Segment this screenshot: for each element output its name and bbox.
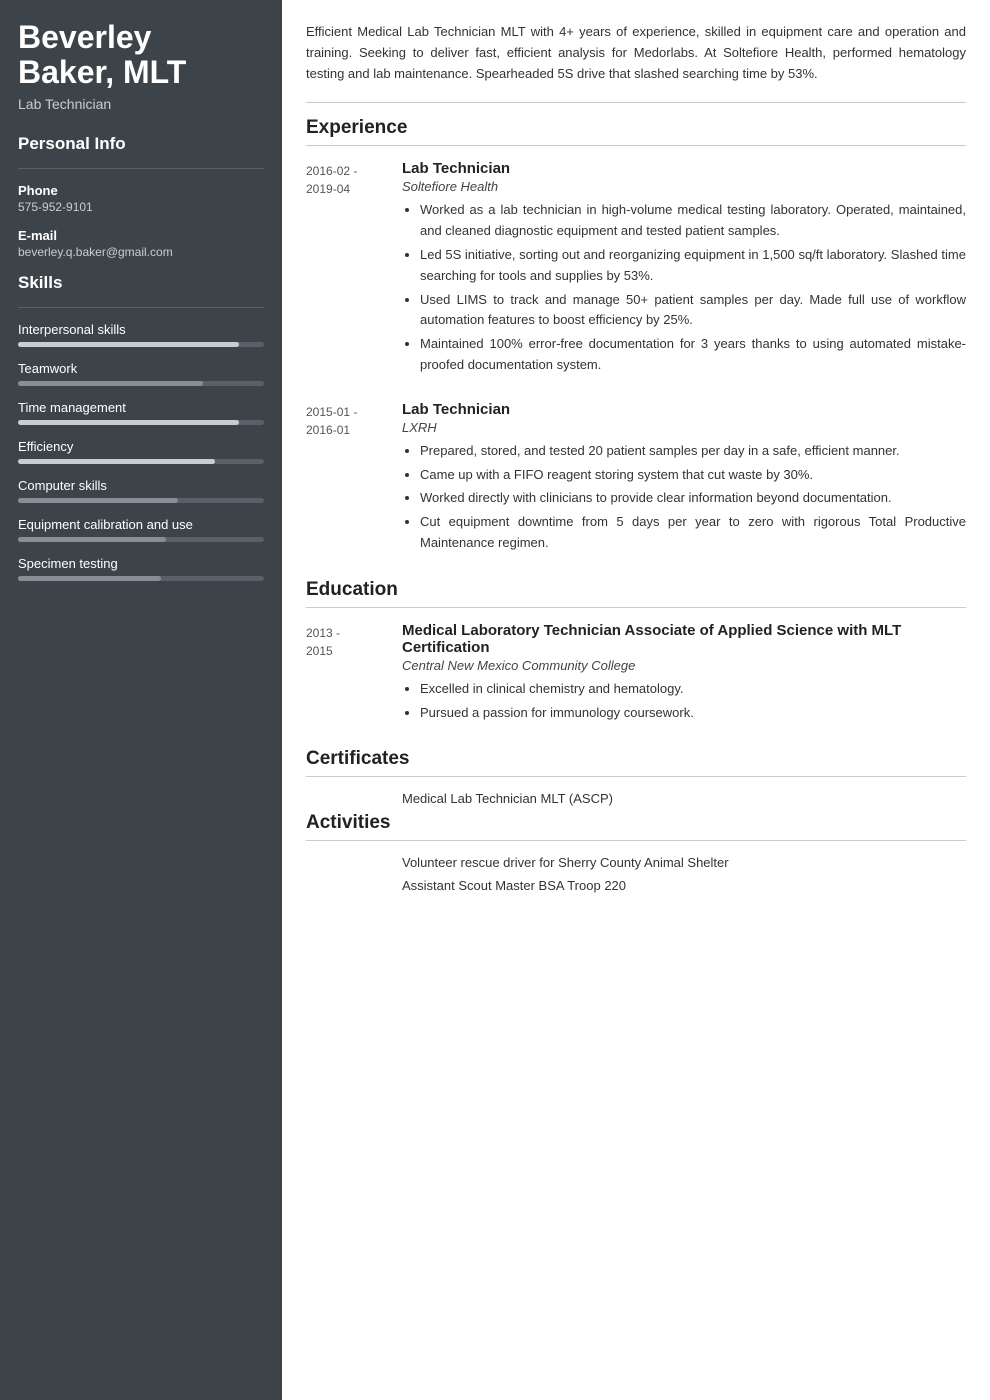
candidate-name: Beverley Baker, MLT [18,20,264,90]
table-row: 2015-01 - 2016-01Lab Technician LXRH Prepa… [306,401,966,557]
skills-divider [18,307,264,308]
list-item: Worked as a lab technician in high-volum… [420,200,966,242]
edu-content: Medical Laboratory Technician Associate … [402,622,966,727]
skill-name: Efficiency [18,439,264,454]
education-list: 2013 - 2015Medical Laboratory Technician… [306,622,966,727]
personal-info-divider [18,168,264,169]
skill-bar-fill [18,498,178,503]
certificates-list: Medical Lab Technician MLT (ASCP) [306,791,966,806]
edu-degree: Medical Laboratory Technician Associate … [402,622,966,656]
skill-name: Equipment calibration and use [18,517,264,532]
skill-bar-fill [18,537,166,542]
sidebar: Beverley Baker, MLT Lab Technician Perso… [0,0,282,1400]
activities-list: Volunteer rescue driver for Sherry Count… [306,855,966,893]
skills-heading: Skills [18,273,264,293]
skill-bar-fill [18,576,161,581]
job-date: 2015-01 - 2016-01 [306,401,402,557]
job-content: Lab Technician LXRH Prepared, stored, and … [402,401,966,557]
skill-name: Teamwork [18,361,264,376]
table-row: 2013 - 2015Medical Laboratory Technician… [306,622,966,727]
summary-text: Efficient Medical Lab Technician MLT wit… [306,22,966,84]
job-company: LXRH [402,420,966,435]
skill-bar-fill [18,342,239,347]
list-item: Cut equipment downtime from 5 days per y… [420,512,966,554]
skill-name: Computer skills [18,478,264,493]
skill-bar-background [18,459,264,464]
certificates-divider [306,776,966,777]
list-item: Prepared, stored, and tested 20 patient … [420,441,966,462]
activity-item: Volunteer rescue driver for Sherry Count… [402,855,966,870]
experience-divider [306,145,966,146]
certificates-heading: Certificates [306,748,966,770]
job-content: Lab Technician Soltefiore Health Worked as… [402,160,966,378]
experience-top-divider [306,102,966,103]
candidate-title: Lab Technician [18,96,264,112]
job-title: Lab Technician [402,160,966,177]
skill-bar-background [18,342,264,347]
skill-bar-background [18,420,264,425]
table-row: 2016-02 - 2019-04Lab Technician Soltefior… [306,160,966,378]
list-item: Maintained 100% error-free documentation… [420,334,966,376]
phone-value: 575-952-9101 [18,200,264,214]
list-item: Pursued a passion for immunology coursew… [420,703,966,724]
skill-bar-background [18,381,264,386]
job-bullets: Worked as a lab technician in high-volum… [402,200,966,375]
edu-bullets: Excelled in clinical chemistry and hemat… [402,679,966,724]
education-divider [306,607,966,608]
edu-school: Central New Mexico Community College [402,658,966,673]
list-item: Came up with a FIFO reagent storing syst… [420,465,966,486]
main-content: Efficient Medical Lab Technician MLT wit… [282,0,990,1400]
skill-name: Time management [18,400,264,415]
list-item: Used LIMS to track and manage 50+ patien… [420,290,966,332]
list-item: Worked directly with clinicians to provi… [420,488,966,509]
edu-date: 2013 - 2015 [306,622,402,727]
email-label: E-mail [18,228,264,243]
personal-info-heading: Personal Info [18,134,264,154]
skill-bar-fill [18,420,239,425]
job-date: 2016-02 - 2019-04 [306,160,402,378]
email-value: beverley.q.baker@gmail.com [18,245,264,259]
activities-divider [306,840,966,841]
list-item: Led 5S initiative, sorting out and reorg… [420,245,966,287]
skill-name: Interpersonal skills [18,322,264,337]
job-company: Soltefiore Health [402,179,966,194]
skill-bar-fill [18,381,203,386]
skill-bar-fill [18,459,215,464]
skills-list: Interpersonal skills Teamwork Time managem… [18,322,264,581]
list-item: Excelled in clinical chemistry and hemat… [420,679,966,700]
education-heading: Education [306,579,966,601]
phone-label: Phone [18,183,264,198]
certificate-item: Medical Lab Technician MLT (ASCP) [402,791,966,806]
activities-heading: Activities [306,812,966,834]
skill-name: Specimen testing [18,556,264,571]
activity-item: Assistant Scout Master BSA Troop 220 [402,878,966,893]
jobs-list: 2016-02 - 2019-04Lab TechnicianSoltefior… [306,160,966,556]
job-title: Lab Technician [402,401,966,418]
skill-bar-background [18,576,264,581]
skill-bar-background [18,537,264,542]
job-bullets: Prepared, stored, and tested 20 patient … [402,441,966,554]
skill-bar-background [18,498,264,503]
experience-heading: Experience [306,117,966,139]
